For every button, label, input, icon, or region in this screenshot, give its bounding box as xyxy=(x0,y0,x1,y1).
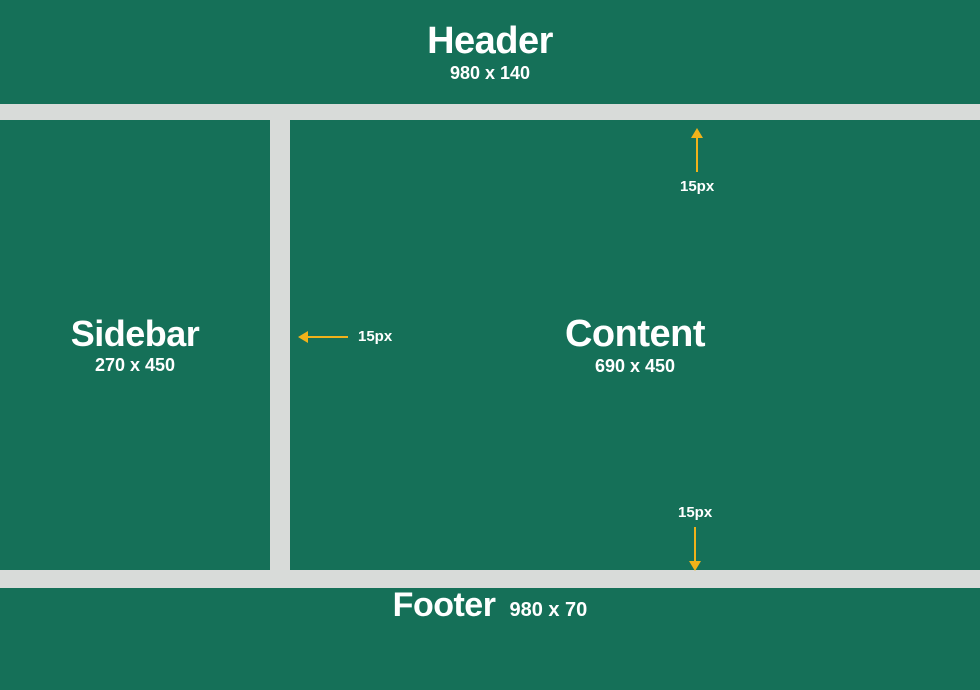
footer-title: Footer xyxy=(393,588,496,622)
layout-diagram: Header 980 x 140 Sidebar 270 x 450 Conte… xyxy=(0,0,980,690)
gap-annotation-bottom: 15px xyxy=(678,504,712,571)
content-dims: 690 x 450 xyxy=(595,357,675,375)
arrow-up-icon xyxy=(691,128,703,172)
footer-block: Footer 980 x 70 xyxy=(0,588,980,690)
sidebar-dims: 270 x 450 xyxy=(95,356,175,374)
sidebar-title: Sidebar xyxy=(71,316,200,352)
gap-left-label: 15px xyxy=(358,328,392,345)
arrow-left-icon xyxy=(298,331,348,343)
gap-annotation-left: 15px xyxy=(298,328,392,345)
header-title: Header xyxy=(427,22,553,60)
sidebar-block: Sidebar 270 x 450 xyxy=(0,120,270,570)
header-block: Header 980 x 140 xyxy=(0,0,980,104)
header-dims: 980 x 140 xyxy=(450,64,530,82)
gap-bottom-label: 15px xyxy=(678,504,712,521)
content-block: Content 690 x 450 xyxy=(290,120,980,570)
footer-dims: 980 x 70 xyxy=(509,600,587,620)
arrow-down-icon xyxy=(689,527,701,571)
gap-annotation-top: 15px xyxy=(680,128,714,195)
content-title: Content xyxy=(565,315,705,353)
gap-top-label: 15px xyxy=(680,178,714,195)
